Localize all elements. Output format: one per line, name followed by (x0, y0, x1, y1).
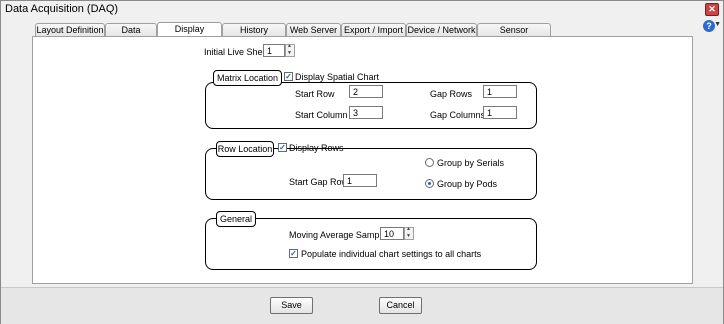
group-by-serials-radio[interactable] (425, 158, 434, 167)
group-by-pods-radio[interactable] (425, 179, 434, 188)
display-options-panel: Initial Live Sheet: 1 Matrix Location ✓ … (32, 36, 693, 284)
group-by-serials-label: Group by Serials (437, 158, 505, 168)
gap-rows-label: Gap Rows (430, 89, 473, 99)
cancel-button[interactable]: Cancel (379, 297, 422, 314)
display-rows-label: Display Rows (289, 143, 344, 153)
daq-window: Data Acquisition (DAQ) ✕ ? ▼ Layout Defi… (0, 0, 724, 324)
tab-export-import[interactable]: Export / Import (341, 23, 406, 36)
tab-data-source[interactable]: Data Source (105, 23, 157, 47)
tab-sensor-information[interactable]: Sensor Information (477, 23, 551, 47)
populate-settings-label: Populate individual chart settings to al… (301, 249, 482, 259)
row-location-title: Row Location (216, 141, 274, 157)
display-spatial-chart-checkbox[interactable]: ✓ (284, 72, 293, 81)
moving-average-samples-stepper[interactable] (404, 226, 414, 240)
gap-columns-label: Gap Columns (430, 110, 486, 120)
window-title: Data Acquisition (DAQ) (5, 3, 119, 15)
display-rows-checkbox[interactable]: ✓ (278, 143, 287, 152)
display-spatial-chart-label: Display Spatial Chart (295, 72, 380, 82)
tab-history-logging[interactable]: History Logging (222, 23, 286, 47)
gap-columns-input[interactable]: 1 (483, 106, 517, 119)
gap-rows-input[interactable]: 1 (483, 85, 517, 98)
close-icon[interactable]: ✕ (705, 3, 719, 16)
start-row-input[interactable]: 2 (349, 85, 383, 98)
populate-settings-checkbox[interactable]: ✓ (289, 249, 298, 258)
start-column-label: Start Column (295, 110, 348, 120)
initial-live-sheet-input[interactable]: 1 (263, 44, 285, 57)
matrix-location-title: Matrix Location (213, 70, 282, 86)
tab-layout-definition[interactable]: Layout Definition (35, 23, 105, 36)
moving-average-samples-label: Moving Average Samples (289, 230, 391, 240)
start-column-input[interactable]: 3 (349, 106, 383, 119)
initial-live-sheet-stepper[interactable] (285, 43, 295, 57)
tab-device-network[interactable]: Device / Network (406, 23, 477, 36)
save-button[interactable]: Save (270, 297, 313, 314)
general-title: General (216, 211, 256, 227)
start-row-label: Start Row (295, 89, 335, 99)
title-bar: Data Acquisition (DAQ) ✕ (1, 1, 723, 17)
tab-web-server[interactable]: Web Server (286, 23, 341, 36)
tab-display-options[interactable]: Display Options (157, 22, 222, 46)
start-gap-rows-input[interactable]: 1 (343, 174, 377, 187)
group-by-pods-label: Group by Pods (437, 179, 498, 189)
moving-average-samples-input[interactable]: 10 (380, 227, 404, 240)
footer-bar: Save Cancel (1, 287, 723, 324)
chevron-down-icon[interactable]: ▼ (714, 21, 721, 28)
